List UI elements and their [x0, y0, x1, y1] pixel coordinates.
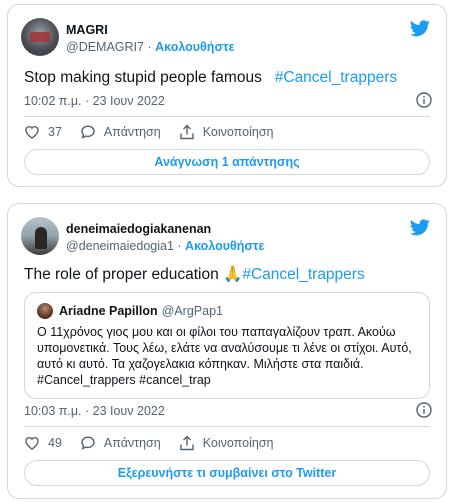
share-action[interactable]: Κοινοποίηση	[179, 124, 273, 140]
display-name[interactable]: MAGRI	[66, 23, 108, 37]
like-count: 37	[48, 125, 62, 139]
quoted-author: Ariadne Papillon @ArgPap1	[59, 304, 223, 318]
quoted-text: Ο 11χρόνος γιος μου και οι φίλοι του παπ…	[37, 325, 412, 387]
twitter-bird-icon[interactable]	[410, 219, 430, 236]
avatar[interactable]	[21, 18, 59, 56]
heart-icon	[25, 126, 39, 139]
tweet-text: The role of proper education 🙏#Cancel_tr…	[24, 266, 365, 283]
pray-emoji: 🙏	[223, 266, 243, 283]
reply-icon	[81, 436, 95, 450]
handle[interactable]: @deneimaiedogia1	[66, 239, 174, 253]
reply-icon	[81, 125, 95, 139]
share-icon	[180, 435, 194, 451]
explore-twitter-button[interactable]: Εξερευνήστε τι συμβαίνει στο Twitter	[24, 460, 430, 486]
follow-button[interactable]: Ακολουθήστε	[155, 40, 234, 54]
quoted-avatar	[37, 303, 53, 319]
share-action[interactable]: Κοινοποίηση	[179, 435, 273, 451]
divider	[24, 426, 430, 427]
handle[interactable]: @DEMAGRI7	[66, 40, 144, 54]
info-icon[interactable]	[416, 92, 432, 108]
handle-row: @deneimaiedogia1 · Ακολουθήστε	[66, 239, 264, 253]
hashtag-link[interactable]: #Cancel_trappers	[242, 266, 364, 283]
heart-icon	[25, 437, 39, 450]
follow-button[interactable]: Ακολουθήστε	[185, 239, 264, 253]
divider	[24, 116, 430, 117]
timestamp[interactable]: 10:03 π.μ. · 23 Ιουν 2022	[24, 404, 165, 418]
quoted-tweet[interactable]: Ariadne Papillon @ArgPap1 Ο 11χρόνος γιος…	[24, 292, 430, 399]
twitter-bird-icon[interactable]	[410, 20, 430, 37]
reply-action[interactable]: Απάντηση	[80, 435, 161, 451]
tweet-card[interactable]: MAGRI @DEMAGRI7 · Ακολουθήστε Stop makin…	[7, 4, 447, 187]
display-name[interactable]: deneimaiedogiakanenan	[66, 222, 211, 236]
tweet-text: Stop making stupid people famous #Cancel…	[24, 69, 398, 86]
hashtag-link[interactable]: #Cancel_trappers	[275, 69, 397, 86]
share-icon	[180, 124, 194, 140]
like-count: 49	[48, 436, 62, 450]
read-replies-button[interactable]: Ανάγνωση 1 απάντησης	[24, 149, 430, 175]
timestamp[interactable]: 10:02 π.μ. · 23 Ιουν 2022	[24, 94, 165, 108]
avatar[interactable]	[21, 217, 59, 255]
reply-action[interactable]: Απάντηση	[80, 124, 161, 140]
like-action[interactable]: 49	[24, 435, 62, 451]
action-bar: 49 Απάντηση Κοινοποίηση	[24, 435, 291, 451]
info-icon[interactable]	[416, 402, 432, 418]
like-action[interactable]: 37	[24, 124, 62, 140]
tweet-card[interactable]: deneimaiedogiakanenan @deneimaiedogia1 ·…	[7, 203, 447, 499]
separator: ·	[147, 40, 152, 54]
action-bar: 37 Απάντηση Κοινοποίηση	[24, 124, 291, 140]
handle-row: @DEMAGRI7 · Ακολουθήστε	[66, 40, 235, 54]
separator: ·	[177, 239, 182, 253]
quoted-handle: @ArgPap1	[161, 304, 223, 318]
